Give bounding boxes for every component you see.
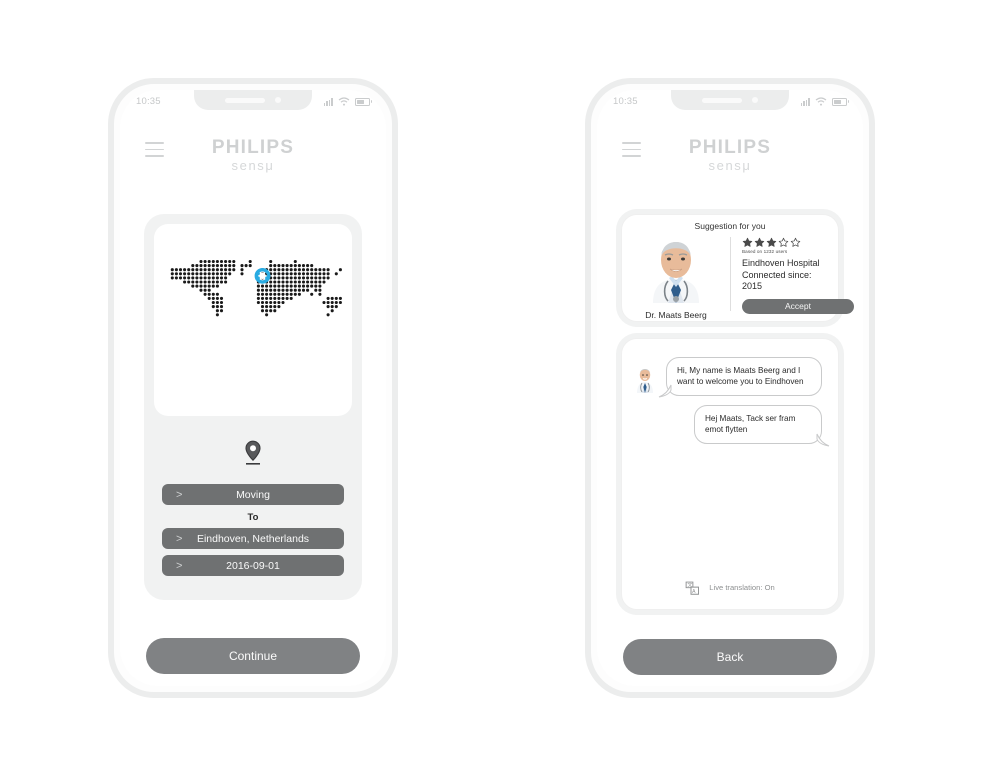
doctor-profile: Dr. Maats Beerg [628,233,724,320]
rating-stars [742,237,830,248]
signal-bars-icon [800,97,810,106]
chevron-right-icon: > [176,532,183,545]
doctor-portrait [653,242,699,303]
chevron-right-icon: > [176,559,183,572]
front-camera [275,97,281,103]
brand-subname: sensμ [708,158,752,173]
chat-card: Hi, My name is Maats Beerg and I want to… [621,338,839,610]
screenshot-canvas: 10:35 PHILIPS sensμ > Moving To > Eindho… [0,0,1000,776]
star-filled-icon [742,237,753,247]
status-time: 10:35 [613,95,638,107]
battery-icon [832,97,849,106]
star-empty-icon [778,237,789,247]
status-icons [323,96,372,106]
device-notch [194,90,312,110]
battery-icon [355,97,372,106]
phone-device-left: 10:35 PHILIPS sensμ > Moving To > Eindho… [108,78,398,698]
app-header-left: PHILIPS sensμ [120,130,386,180]
destination-field[interactable]: > Eindhoven, Netherlands [162,528,344,549]
relocation-panel: > Moving To > Eindhoven, Netherlands > 2… [144,214,362,600]
moving-field[interactable]: > Moving [162,484,344,505]
doctor-avatar-icon [637,369,653,393]
rating-caption: Based on 1232 users [742,249,788,254]
moving-field-value: Moving [236,488,270,501]
dotted-world-map [170,259,342,317]
phone-screen-right: 10:35 PHILIPS sensμ Suggestion for you D… [597,90,863,686]
card-divider [730,237,731,311]
brand-subname: sensμ [231,158,275,173]
live-translation-status[interactable]: 文 A Live translation: On [622,580,838,595]
device-notch [671,90,789,110]
location-pin-icon [245,440,261,465]
earpiece-speaker [225,97,265,103]
accept-button[interactable]: Accept [742,298,854,314]
hamburger-menu-icon[interactable] [145,142,164,157]
star-filled-icon [766,237,777,247]
earpiece-speaker [702,97,742,103]
front-camera [752,97,758,103]
connected-since: Connected since: 2015 [742,269,812,292]
translate-icon: 文 A [685,582,700,595]
back-button[interactable]: Back [623,639,837,675]
continue-button[interactable]: Continue [146,638,360,674]
chat-bubble-doctor: Hi, My name is Maats Beerg and I want to… [658,357,822,398]
bubble-tail-right [816,433,830,447]
suggestion-card: Suggestion for you Dr. Maats Beerg Based… [621,214,854,322]
wifi-icon [338,96,350,106]
bubble-tail-left [658,384,672,398]
date-field-value: 2016-09-01 [226,559,280,572]
phone-screen-left: 10:35 PHILIPS sensμ > Moving To > Eindho… [120,90,386,686]
hospital-name: Eindhoven Hospital [742,258,820,268]
suggestion-info: Based on 1232 users Eindhoven Hospital C… [742,237,854,314]
location-pin-wrap [144,439,362,467]
chevron-right-icon: > [176,488,183,501]
to-label: To [247,512,259,523]
destination-field-value: Eindhoven, Netherlands [196,532,310,545]
signal-bars-icon [323,97,333,106]
chat-bubble-user: Hej Maats, Tack ser fram emot flytten [694,405,830,447]
star-filled-icon [754,237,765,247]
wifi-icon [815,96,827,106]
app-header-right: PHILIPS sensμ [597,130,863,180]
star-empty-icon [790,237,801,247]
date-field[interactable]: > 2016-09-01 [162,555,344,576]
suggestion-title: Suggestion for you [694,221,766,231]
hamburger-menu-icon[interactable] [622,142,641,157]
doctor-name: Dr. Maats Beerg [645,310,707,320]
status-icons [800,96,849,106]
live-translation-label: Live translation: On [709,583,775,592]
world-map-card[interactable] [154,224,352,416]
status-time: 10:35 [136,95,161,107]
chat-message-text: Hej Maats, Tack ser fram emot flytten [705,414,796,435]
chat-message-text: Hi, My name is Maats Beerg and I want to… [677,366,804,387]
phone-device-right: 10:35 PHILIPS sensμ Suggestion for you D… [585,78,875,698]
